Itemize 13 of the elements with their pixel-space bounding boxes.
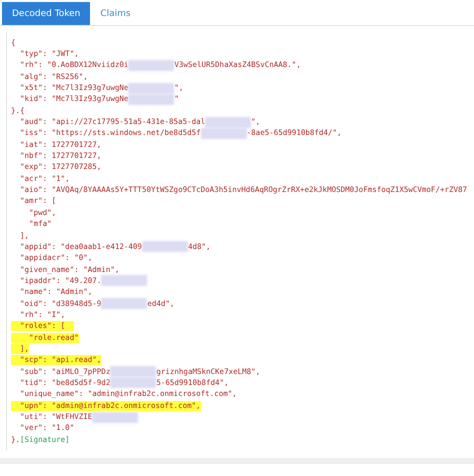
redacted-blur — [101, 298, 148, 310]
redacted-blur — [128, 94, 174, 105]
redacted-blur — [205, 116, 252, 128]
tab[interactable]: Claims — [90, 2, 141, 25]
redacted-blur — [92, 412, 138, 423]
redacted-blur — [101, 275, 148, 286]
redacted-blur — [142, 241, 188, 252]
tab[interactable]: Decoded Token — [2, 2, 90, 25]
redacted-blur — [110, 377, 156, 388]
redacted-blur — [128, 60, 174, 71]
redacted-blur — [128, 82, 174, 94]
redacted-blur — [200, 128, 247, 139]
redacted-blur — [110, 366, 156, 378]
